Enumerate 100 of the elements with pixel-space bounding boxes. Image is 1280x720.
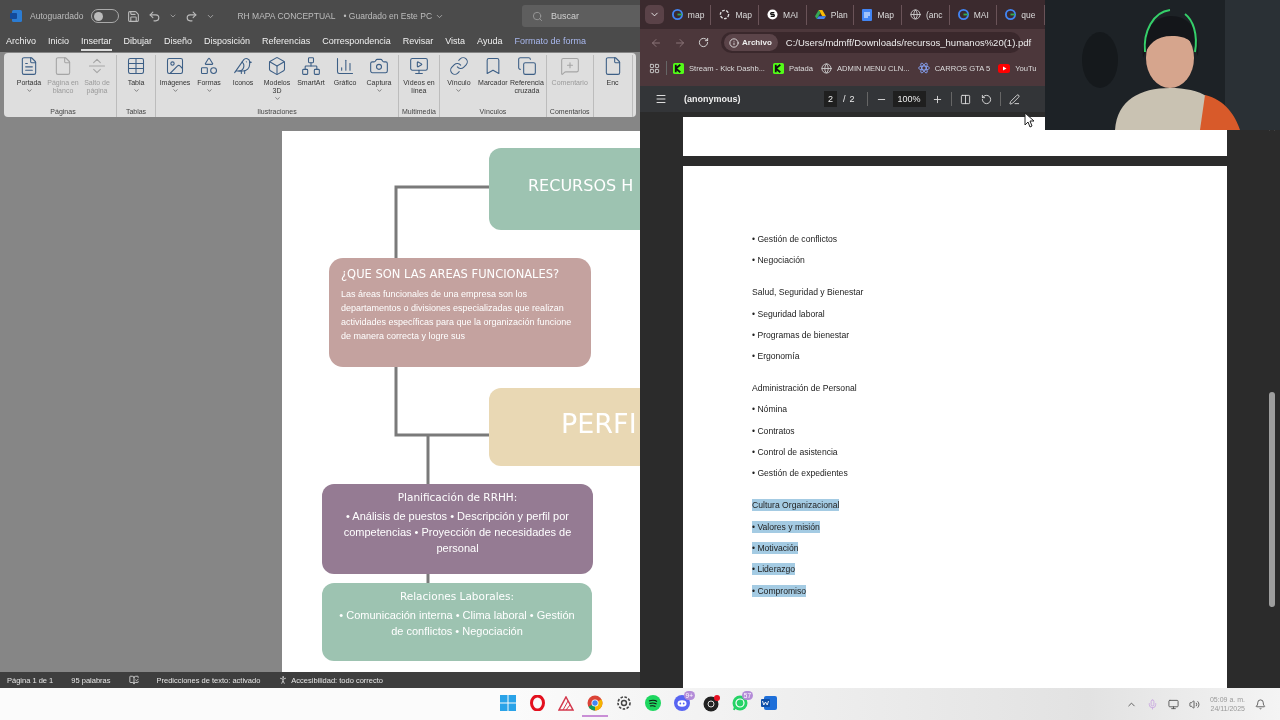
autosave-label: Autoguardado: [30, 11, 84, 21]
record-icon: [702, 694, 720, 712]
scrollbar-thumb[interactable]: [1269, 392, 1275, 607]
triangle-icon: [814, 9, 826, 20]
video-icon: [408, 56, 429, 76]
pdf-title: (anonymous): [684, 94, 742, 104]
search-placeholder: Buscar: [551, 11, 579, 21]
pdf-text-line: Administración de Personal: [752, 382, 857, 395]
accessibility-icon[interactable]: [278, 675, 289, 685]
diagram-node: PERFI: [489, 388, 640, 466]
menu-tab[interactable]: Inicio: [48, 33, 70, 51]
table-icon: [126, 56, 146, 76]
diagram-node: Planificación de RRHH: • Análisis de puestos • Descripción y perfil por competencias • Proyección de necesidades de personal: [322, 484, 593, 574]
triangle-icon: [558, 695, 574, 711]
url-text: C:/Users/mdmff/Downloads/recursos_humanos%20(1).pdf: [785, 37, 1032, 48]
menu-tab[interactable]: Diseño: [164, 33, 193, 51]
atom-icon: [917, 62, 930, 74]
browser-tab[interactable]: Plan: [808, 4, 855, 25]
reload-icon[interactable]: [698, 37, 709, 48]
page-number-field[interactable]: 2: [824, 91, 837, 107]
save-status[interactable]: • Guardado en Este PC: [343, 11, 432, 21]
document-title: RH MAPA CONCEPTUAL: [237, 11, 336, 21]
zoom-in-icon[interactable]: [931, 93, 943, 105]
browser-tab[interactable]: map: [665, 4, 712, 25]
k-logo-icon: [772, 62, 784, 74]
menu-tab[interactable]: Archivo: [6, 33, 36, 51]
proofing-icon[interactable]: [128, 675, 139, 685]
caret-icon[interactable]: [169, 12, 178, 20]
caret-icon: [273, 95, 281, 102]
caret-icon: [171, 87, 179, 94]
menu-tab[interactable]: Revisar: [402, 33, 434, 51]
k-logo-icon: [673, 62, 684, 74]
pdf-text-line: Salud, Seguridad y Bienestar: [752, 286, 864, 299]
browser-tab[interactable]: Map: [856, 4, 903, 25]
play-icon: [998, 63, 1011, 73]
tab-search-button[interactable]: [645, 5, 664, 24]
ring-icon: [529, 695, 545, 711]
menu-tab[interactable]: Ayuda: [477, 33, 503, 51]
caret-icon: [375, 87, 383, 94]
shapes-icon: [199, 56, 219, 76]
comment-icon: [559, 56, 580, 76]
bird-icon: [233, 56, 253, 76]
menu-tab[interactable]: Vista: [445, 33, 466, 51]
pdf-text-line: • Negociación: [752, 254, 805, 267]
browser-tab[interactable]: Map: [713, 4, 760, 25]
document-icon: [862, 8, 873, 21]
globe-icon: [910, 9, 922, 20]
bar-chart-icon: [335, 56, 355, 76]
diagram-node: Relaciones Laborales: • Comunicación interna • Clima laboral • Gestión de conflictos • Negociación: [322, 583, 592, 661]
volume-icon[interactable]: [1188, 698, 1200, 710]
menu-tab[interactable]: Disposición: [204, 33, 251, 51]
logo-icon: [767, 9, 779, 20]
menu-tab[interactable]: Referencias: [262, 33, 311, 51]
caret-icon: [205, 87, 213, 94]
menu-tab[interactable]: Correspondencia: [322, 33, 391, 51]
page-total: 2: [849, 94, 855, 104]
browser-tab[interactable]: que: [999, 4, 1045, 25]
diagram-icon: [301, 56, 321, 76]
menu-tab[interactable]: Dibujar: [123, 33, 153, 51]
image-icon: [165, 56, 185, 76]
rotate-icon[interactable]: [980, 93, 992, 105]
page-separator: /: [843, 94, 846, 104]
undo-icon[interactable]: [148, 9, 162, 23]
pdf-text-line: • Contratos: [752, 424, 795, 437]
pdf-text-line: • Programas de bienestar: [752, 328, 850, 341]
diagram-node: ¿QUE SON LAS AREAS FUNCIONALES? Las áreas funcionales de una empresa son los departamentos o divisiones especializadas que realizan actividades específicas para que la organización funcione de manera correcta y logre sus: [329, 258, 591, 367]
apps-icon[interactable]: [649, 62, 660, 74]
caret-icon: [455, 87, 463, 94]
site-info-chip[interactable]: Archivo: [724, 34, 778, 51]
page-icon: [53, 56, 73, 76]
browser-tab[interactable]: MAI: [951, 4, 998, 25]
search-field[interactable]: Buscar: [522, 5, 640, 27]
redo-icon[interactable]: [185, 9, 199, 23]
save-icon[interactable]: [127, 9, 141, 23]
menu-tab[interactable]: Insertar: [81, 33, 112, 51]
cover-page-icon: [19, 56, 39, 76]
gear-icon: [616, 695, 632, 711]
zoom-field[interactable]: 100%: [892, 91, 926, 107]
google-icon: [957, 9, 969, 20]
word-logo-icon: [10, 10, 22, 22]
menu-icon[interactable]: [655, 93, 667, 105]
browser-tab[interactable]: MAI: [761, 4, 807, 25]
cube-icon: [267, 56, 287, 76]
pdf-text-line: • Seguridad laboral: [752, 307, 825, 320]
info-icon: [729, 37, 739, 48]
camera-icon: [369, 56, 389, 76]
pdf-text-line: • Gestión de expedientes: [752, 467, 848, 480]
notifications-icon[interactable]: [1255, 698, 1266, 710]
pdf-text-line: • Nómina: [752, 403, 787, 416]
documents-icon: [516, 56, 537, 76]
browser-tab[interactable]: (anc: [904, 4, 950, 25]
caret-icon: [25, 87, 33, 94]
windows-icon: [500, 695, 516, 711]
menu-tab[interactable]: Formato de forma: [514, 33, 586, 51]
link-icon: [448, 56, 469, 76]
monitor-icon[interactable]: [1167, 698, 1179, 710]
pdf-text-line: • Gestión de conflictos: [752, 233, 838, 245]
draw-icon[interactable]: [1008, 93, 1020, 105]
google-icon: [671, 9, 683, 20]
fit-page-icon[interactable]: [959, 93, 971, 105]
